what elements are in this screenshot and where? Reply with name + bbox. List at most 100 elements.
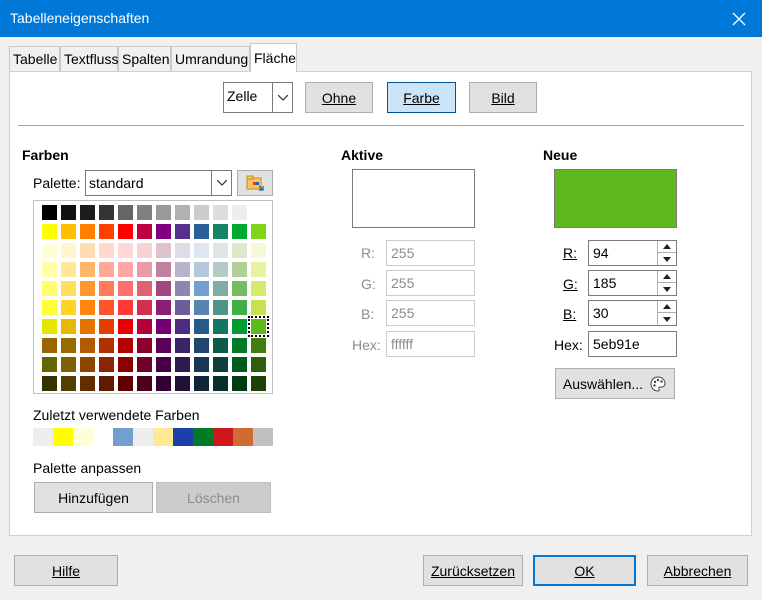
color-swatch[interactable] [137, 300, 152, 315]
color-swatch[interactable] [118, 376, 133, 391]
color-swatch[interactable] [194, 319, 209, 334]
color-swatch[interactable] [61, 376, 76, 391]
color-swatch[interactable] [156, 243, 171, 258]
color-swatch[interactable] [137, 376, 152, 391]
color-swatch[interactable] [194, 300, 209, 315]
ok-button[interactable]: OK [533, 555, 636, 586]
spin-down-icon[interactable] [658, 313, 676, 325]
spin-down-icon[interactable] [658, 253, 676, 265]
g-spinner[interactable] [657, 271, 676, 295]
spin-up-icon[interactable] [658, 271, 676, 283]
color-swatch[interactable] [61, 281, 76, 296]
color-swatch[interactable] [213, 205, 228, 220]
color-swatch[interactable] [156, 205, 171, 220]
recent-color-swatch[interactable] [233, 428, 253, 446]
fill-none-button[interactable]: Ohne [305, 82, 373, 113]
color-swatch[interactable] [118, 262, 133, 277]
color-swatch[interactable] [80, 319, 95, 334]
color-swatch[interactable] [42, 281, 57, 296]
color-swatch[interactable] [137, 357, 152, 372]
b-spinner[interactable] [657, 301, 676, 325]
spin-up-icon[interactable] [658, 301, 676, 313]
fill-target-combo[interactable]: Zelle [223, 82, 293, 113]
color-swatch[interactable] [194, 338, 209, 353]
color-swatch[interactable] [213, 243, 228, 258]
recent-color-swatch[interactable] [33, 428, 53, 446]
color-swatch[interactable] [99, 357, 114, 372]
color-swatch[interactable] [232, 243, 247, 258]
color-swatch[interactable] [213, 262, 228, 277]
color-swatch[interactable] [175, 376, 190, 391]
color-swatch[interactable] [156, 224, 171, 239]
color-swatch[interactable] [118, 319, 133, 334]
recent-color-swatch[interactable] [113, 428, 133, 446]
color-swatch[interactable] [213, 376, 228, 391]
color-swatch[interactable] [42, 262, 57, 277]
recent-colors-row[interactable] [33, 428, 273, 446]
color-swatch[interactable] [61, 243, 76, 258]
color-swatch[interactable] [99, 205, 114, 220]
color-swatch[interactable] [213, 281, 228, 296]
color-swatch[interactable] [213, 224, 228, 239]
active-r-field[interactable]: 255 [386, 240, 475, 266]
color-swatch[interactable] [251, 281, 266, 296]
color-swatch[interactable] [175, 205, 190, 220]
color-swatch[interactable] [118, 281, 133, 296]
color-swatch[interactable] [61, 224, 76, 239]
color-swatch[interactable] [42, 300, 57, 315]
color-swatch[interactable] [251, 357, 266, 372]
color-swatch[interactable] [194, 262, 209, 277]
fill-color-button[interactable]: Farbe [387, 82, 456, 113]
color-swatch[interactable] [42, 357, 57, 372]
color-swatch[interactable] [99, 224, 114, 239]
color-swatch[interactable] [99, 319, 114, 334]
color-swatch[interactable] [99, 243, 114, 258]
color-swatch[interactable] [156, 338, 171, 353]
color-swatch[interactable] [80, 281, 95, 296]
color-swatch[interactable] [232, 224, 247, 239]
color-swatch[interactable] [194, 376, 209, 391]
color-swatch[interactable] [42, 338, 57, 353]
color-swatch[interactable] [251, 376, 266, 391]
color-swatch[interactable] [42, 243, 57, 258]
color-swatch[interactable] [232, 338, 247, 353]
color-palette-grid[interactable] [33, 200, 273, 394]
color-swatch[interactable] [80, 376, 95, 391]
color-swatch[interactable] [137, 319, 152, 334]
color-swatch[interactable] [137, 262, 152, 277]
color-swatch[interactable] [232, 319, 247, 334]
color-swatch[interactable] [232, 281, 247, 296]
delete-color-button[interactable]: Löschen [156, 482, 271, 513]
color-swatch[interactable] [175, 224, 190, 239]
active-b-field[interactable]: 255 [386, 300, 475, 326]
help-button[interactable]: Hilfe [14, 555, 118, 586]
color-swatch[interactable] [232, 376, 247, 391]
recent-color-swatch[interactable] [193, 428, 213, 446]
tab-textfluss[interactable]: Textfluss [60, 46, 118, 71]
fill-image-button[interactable]: Bild [469, 82, 537, 113]
spin-up-icon[interactable] [658, 241, 676, 253]
color-swatch[interactable] [118, 357, 133, 372]
color-swatch[interactable] [194, 243, 209, 258]
color-swatch[interactable] [251, 300, 266, 315]
color-swatch[interactable] [232, 300, 247, 315]
close-button[interactable] [716, 0, 762, 37]
color-swatch[interactable] [80, 205, 95, 220]
color-swatch[interactable] [251, 262, 266, 277]
color-swatch[interactable] [42, 205, 57, 220]
color-swatch[interactable] [137, 338, 152, 353]
color-swatch[interactable] [175, 262, 190, 277]
active-g-field[interactable]: 255 [386, 270, 475, 296]
color-swatch[interactable] [80, 243, 95, 258]
color-swatch[interactable] [232, 357, 247, 372]
color-swatch[interactable] [137, 243, 152, 258]
color-swatch[interactable] [156, 300, 171, 315]
color-swatch[interactable] [61, 262, 76, 277]
active-hex-field[interactable]: ffffff [386, 331, 475, 357]
recent-color-swatch[interactable] [93, 428, 113, 446]
color-swatch[interactable] [61, 300, 76, 315]
color-swatch[interactable] [175, 300, 190, 315]
color-swatch[interactable] [99, 300, 114, 315]
color-swatch[interactable] [137, 281, 152, 296]
color-swatch[interactable] [194, 224, 209, 239]
